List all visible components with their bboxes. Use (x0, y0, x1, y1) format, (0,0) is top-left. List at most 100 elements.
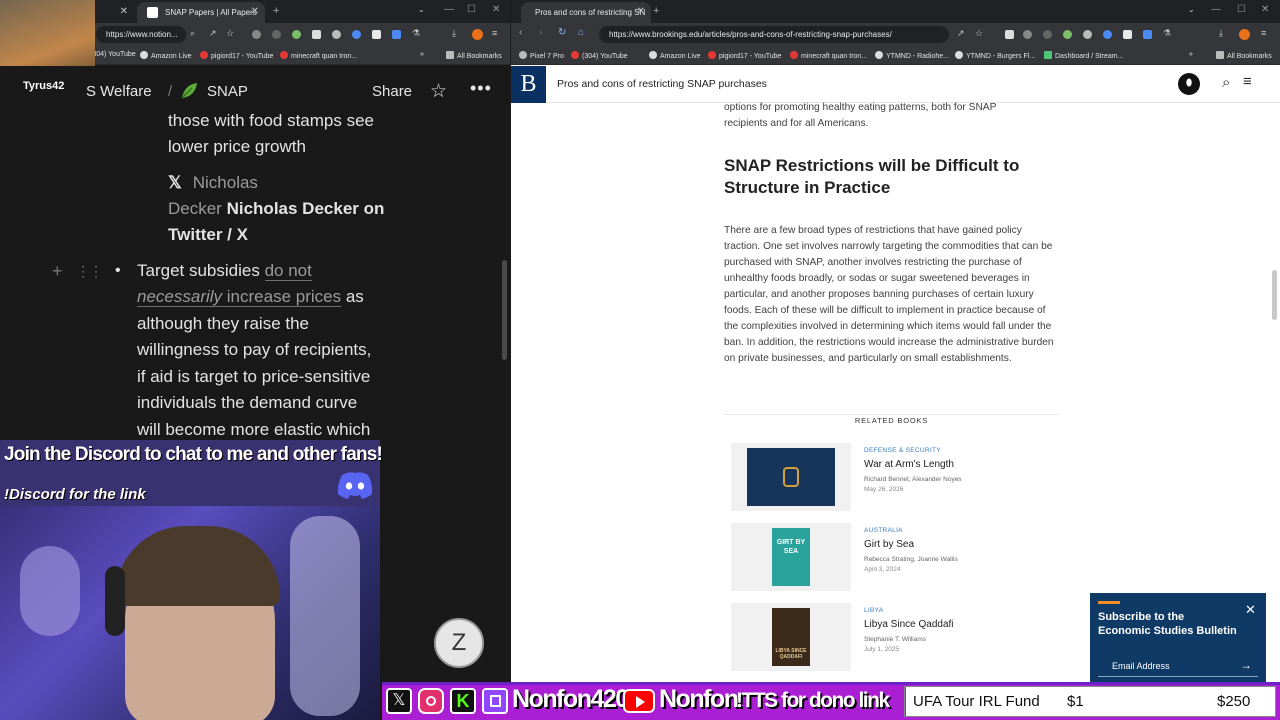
window-close-button[interactable]: ✕ (492, 4, 500, 15)
book-date: July 1, 2025 (864, 646, 900, 653)
new-tab-button[interactable]: + (273, 5, 279, 17)
more-options-icon[interactable]: ••• (470, 78, 492, 99)
bullet-text-line: Target subsidies do not (137, 258, 312, 285)
brookings-logo[interactable]: B (511, 66, 546, 103)
extension-icon[interactable] (1005, 30, 1014, 39)
bookmark-ytmnd-burgers[interactable]: YTMND - Burgers Fl... (955, 51, 1035, 60)
forward-icon[interactable]: › (539, 27, 542, 38)
extension-icon[interactable] (1143, 30, 1152, 39)
zoom-icon[interactable]: ⌕ (190, 28, 195, 39)
breadcrumb-welfare[interactable]: S Welfare (86, 83, 152, 100)
drag-handle-icon[interactable]: ⋮⋮ (76, 258, 103, 285)
extension-icon[interactable] (372, 30, 381, 39)
sticker-logo: Z (434, 618, 484, 668)
book-card[interactable]: GIRT BY SEA AUSTRALIA Girt by Sea Rebecc… (731, 523, 1061, 591)
book-category[interactable]: LIBYA (864, 607, 883, 614)
bookmark-star-icon[interactable]: ☆ (975, 28, 983, 39)
scrollbar-thumb[interactable] (1272, 270, 1277, 320)
lock-icon[interactable]: ⬮ (1178, 73, 1200, 95)
extension-icon[interactable] (352, 30, 361, 39)
reload-icon[interactable]: ↻ (558, 27, 566, 38)
twitter-link-preview[interactable]: 𝕏 Nicholas (168, 170, 258, 197)
extension-icon[interactable] (332, 30, 341, 39)
extension-icon[interactable] (1083, 30, 1092, 39)
book-title[interactable]: Girt by Sea (864, 539, 914, 550)
minimize-button[interactable]: — (1211, 4, 1221, 15)
highlight-run: increase prices (222, 287, 342, 307)
book-title[interactable]: War at Arm's Length (864, 459, 954, 470)
extension-icon[interactable] (312, 30, 321, 39)
close-icon[interactable]: ✕ (251, 6, 259, 17)
extension-icon[interactable] (1023, 30, 1032, 39)
bookmark-youtube[interactable]: (304) YouTube (571, 51, 628, 60)
book-card[interactable]: LIBYA SINCE QADDAFI LIBYA Libya Since Qa… (731, 603, 1061, 671)
share-page-icon[interactable]: ↗ (209, 28, 217, 39)
bookmark-ytmnd-radiohead[interactable]: YTMND - Radiohe... (875, 51, 949, 60)
related-books-label-wrap: RELATED BOOKS (724, 410, 1059, 428)
bookmark-amazon-live[interactable]: Amazon Live (140, 51, 191, 60)
close-icon[interactable]: ✕ (120, 6, 128, 17)
extension-icon[interactable] (292, 30, 301, 39)
profile-avatar[interactable] (1239, 29, 1250, 40)
tab-search-icon[interactable]: ⌄ (418, 5, 425, 14)
bookmark-dashboard[interactable]: Dashboard / Stream... (1044, 51, 1123, 60)
bookmarks-overflow-icon[interactable]: » (420, 51, 424, 58)
hamburger-menu-icon[interactable]: ≡ (1243, 73, 1252, 90)
favorite-star-icon[interactable]: ☆ (430, 80, 447, 103)
tab-snap-papers[interactable]: SNAP Papers | All Papers ✕ (137, 2, 265, 23)
profile-avatar[interactable] (472, 29, 483, 40)
bookmark-pigiord17[interactable]: pigiord17 - YouTube (200, 51, 273, 60)
url-field[interactable]: https://www.notion... (96, 26, 186, 43)
bookmark-pixel[interactable]: Pixel 7 Pro (519, 51, 564, 60)
link-title[interactable]: Twitter / X (168, 222, 248, 249)
minimize-button[interactable]: — (444, 4, 454, 15)
url-field[interactable]: https://www.brookings.edu/articles/pros-… (599, 26, 949, 43)
all-bookmarks[interactable]: All Bookmarks (446, 51, 502, 60)
bookmark-youtube[interactable]: (304) YouTube (90, 51, 136, 58)
close-icon[interactable]: ✕ (1245, 602, 1256, 618)
twitter-link-title[interactable]: Decker Nicholas Decker on (168, 196, 384, 223)
extension-icon[interactable] (252, 30, 261, 39)
extension-icon[interactable] (1063, 30, 1072, 39)
close-icon[interactable]: ✕ (637, 6, 645, 17)
scrollbar-thumb[interactable] (502, 260, 507, 360)
extension-icon[interactable] (392, 30, 401, 39)
back-icon[interactable]: ‹ (519, 27, 522, 38)
book-category[interactable]: AUSTRALIA (864, 527, 903, 534)
book-card[interactable]: DEFENSE & SECURITY War at Arm's Length R… (731, 443, 1061, 511)
download-icon[interactable]: ⤓ (1219, 28, 1223, 39)
share-button[interactable]: Share (372, 83, 412, 100)
maximize-button[interactable]: ☐ (1237, 4, 1246, 15)
window-close-button[interactable]: ✕ (1261, 4, 1269, 15)
extension-icon[interactable] (1103, 30, 1112, 39)
search-icon[interactable]: ⌕ (1222, 74, 1230, 91)
flask-icon[interactable]: ⚗ (1163, 28, 1171, 39)
bookmark-amazon-live[interactable]: Amazon Live (649, 51, 700, 60)
add-block-icon[interactable]: + (52, 258, 63, 285)
book-category[interactable]: DEFENSE & SECURITY (864, 447, 941, 454)
browser-menu-icon[interactable]: ≡ (1261, 28, 1266, 38)
flask-icon[interactable]: ⚗ (412, 28, 420, 39)
bookmarks-overflow-icon[interactable]: » (1189, 51, 1193, 58)
breadcrumb-snap[interactable]: SNAP (207, 83, 248, 100)
bookmark-minecraft[interactable]: minecraft quan tron... (280, 51, 357, 60)
bookmark-star-icon[interactable]: ☆ (226, 28, 234, 39)
fund-goal-bar: UFA Tour IRL Fund $1 $250 (904, 686, 1276, 717)
tab-brookings[interactable]: Pros and cons of restricting SN ✕ (521, 2, 651, 23)
extension-icon[interactable] (1043, 30, 1052, 39)
browser-menu-icon[interactable]: ≡ (492, 28, 497, 38)
home-icon[interactable]: ⌂ (578, 27, 584, 38)
tab-search-icon[interactable]: ⌄ (1188, 5, 1195, 14)
bookmark-minecraft[interactable]: minecraft quan tron... (790, 51, 867, 60)
email-field[interactable]: Email Address → (1098, 655, 1258, 677)
maximize-button[interactable]: ☐ (467, 4, 476, 15)
extension-icon[interactable] (272, 30, 281, 39)
download-icon[interactable]: ⤓ (452, 28, 456, 39)
book-title[interactable]: Libya Since Qaddafi (864, 619, 954, 630)
bookmark-pigiord17[interactable]: pigiord17 - YouTube (708, 51, 781, 60)
arrow-right-icon[interactable]: → (1240, 658, 1252, 672)
share-page-icon[interactable]: ↗ (957, 28, 965, 39)
all-bookmarks[interactable]: All Bookmarks (1216, 51, 1272, 60)
new-tab-button[interactable]: + (653, 5, 659, 17)
extension-icon[interactable] (1123, 30, 1132, 39)
